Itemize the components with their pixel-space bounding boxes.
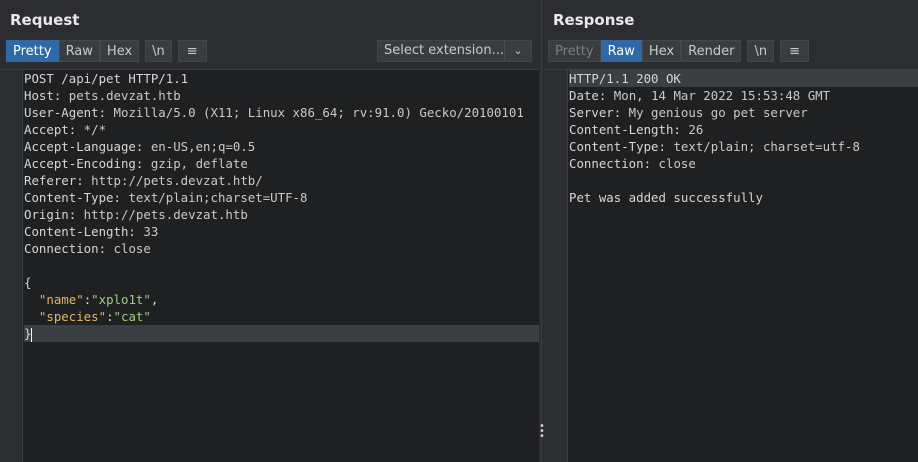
code-line: 4Accept: */* xyxy=(24,121,539,138)
code-line: 9Origin: http://pets.devzat.htb xyxy=(24,206,539,223)
code-line: 5Content-Type: text/plain; charset=utf-8 xyxy=(569,138,918,155)
header-value: */* xyxy=(76,122,107,137)
header-value: gzip, deflate xyxy=(143,156,248,171)
code-line: 1POST /api/pet HTTP/1.1 xyxy=(24,70,539,87)
header-name: User-Agent: xyxy=(24,105,107,120)
header-value: pets.devzat.htb xyxy=(61,88,181,103)
code-line: } xyxy=(24,325,539,342)
code-line: 8Content-Type: text/plain;charset=UTF-8 xyxy=(24,189,539,206)
code-line: 6Connection: close xyxy=(569,155,918,172)
header-name: Pet was added successfully xyxy=(569,190,763,205)
request-line-gutter xyxy=(0,70,23,462)
code-line: 5Accept-Language: en-US,en;q=0.5 xyxy=(24,138,539,155)
header-name: Accept-Encoding: xyxy=(24,156,144,171)
request-view-toolbar: Pretty Raw Hex \n ≡ xyxy=(6,40,207,64)
select-extension-label: Select extension... xyxy=(384,43,505,58)
header-value: close xyxy=(651,156,696,171)
header-name: Connection: xyxy=(569,156,652,171)
header-value: en-US,en;q=0.5 xyxy=(143,139,256,154)
header-name: HTTP/1.1 200 OK xyxy=(569,71,681,86)
request-tab-raw[interactable]: Raw xyxy=(58,40,100,62)
response-tab-raw[interactable]: Raw xyxy=(600,40,642,62)
response-title: Response xyxy=(553,11,635,29)
json-close-brace: } xyxy=(24,326,32,341)
json-value: "cat" xyxy=(113,309,151,324)
text-cursor xyxy=(31,327,33,342)
header-value: 26 xyxy=(680,122,704,137)
json-colon: : xyxy=(106,309,114,324)
json-key: "name" xyxy=(38,292,84,307)
response-tab-pretty[interactable]: Pretty xyxy=(548,40,601,62)
code-line: 2Date: Mon, 14 Mar 2022 15:53:48 GMT xyxy=(569,87,918,104)
header-value: text/plain;charset=UTF-8 xyxy=(120,190,308,205)
code-line: 4Content-Length: 26 xyxy=(569,121,918,138)
code-line: "name":"xplo1t", xyxy=(24,291,539,308)
code-line: 13{ xyxy=(24,274,539,291)
header-name: Host: xyxy=(24,88,62,103)
header-name: Server: xyxy=(569,105,622,120)
response-view-toolbar: Pretty Raw Hex Render \n ≡ xyxy=(548,40,809,64)
chevron-down-icon[interactable]: ⌄ xyxy=(504,41,531,61)
header-name: Accept-Language: xyxy=(24,139,144,154)
response-tab-hex[interactable]: Hex xyxy=(641,40,682,62)
header-name: Date: xyxy=(569,88,607,103)
response-code[interactable]: 1HTTP/1.1 200 OK2Date: Mon, 14 Mar 2022 … xyxy=(569,70,918,462)
header-name: Connection: xyxy=(24,241,107,256)
header-name: Accept: xyxy=(24,122,77,137)
header-value: My genious go pet server xyxy=(621,105,808,120)
select-extension-dropdown[interactable]: Select extension... ⌄ xyxy=(377,40,532,62)
json-value: "xplo1t" xyxy=(91,292,151,307)
code-line: 8Pet was added successfully xyxy=(569,189,918,206)
header-name: Origin: xyxy=(24,207,77,222)
code-line: 3Server: My genious go pet server xyxy=(569,104,918,121)
header-name: POST /api/pet HTTP/1.1 xyxy=(24,71,189,86)
request-tab-pretty[interactable]: Pretty xyxy=(6,40,59,62)
divider-line xyxy=(541,0,542,462)
header-value: Mon, 14 Mar 2022 15:53:48 GMT xyxy=(606,88,831,103)
header-name: Referer: xyxy=(24,173,84,188)
json-key: "species" xyxy=(38,309,107,324)
code-line: 7Referer: http://pets.devzat.htb/ xyxy=(24,172,539,189)
header-name: Content-Type: xyxy=(569,139,666,154)
header-value: http://pets.devzat.htb xyxy=(76,207,248,222)
response-line-gutter xyxy=(545,70,568,462)
request-editor[interactable]: 1POST /api/pet HTTP/1.12Host: pets.devza… xyxy=(0,69,539,462)
header-value: 33 xyxy=(135,224,159,239)
json-open-brace: { xyxy=(24,275,32,290)
code-line: 10Content-Length: 33 xyxy=(24,223,539,240)
code-line: 3User-Agent: Mozilla/5.0 (X11; Linux x86… xyxy=(24,104,539,121)
request-menu-icon[interactable]: ≡ xyxy=(177,40,207,62)
request-tab-hex[interactable]: Hex xyxy=(99,40,140,62)
response-editor[interactable]: 1HTTP/1.1 200 OK2Date: Mon, 14 Mar 2022 … xyxy=(545,69,918,462)
code-line: 2Host: pets.devzat.htb xyxy=(24,87,539,104)
response-tab-render[interactable]: Render xyxy=(681,40,742,62)
code-line: "species":"cat" xyxy=(24,308,539,325)
header-value: close xyxy=(106,241,151,256)
header-value: text/plain; charset=utf-8 xyxy=(665,139,860,154)
json-comma: , xyxy=(150,292,159,307)
request-newline-toggle[interactable]: \n xyxy=(145,40,172,62)
header-value: http://pets.devzat.htb/ xyxy=(83,173,263,188)
header-name: Content-Length: xyxy=(569,122,681,137)
header-value: Mozilla/5.0 (X11; Linux x86_64; rv:91.0)… xyxy=(106,105,524,120)
code-line: 6Accept-Encoding: gzip, deflate xyxy=(24,155,539,172)
code-line: 11Connection: close xyxy=(24,240,539,257)
response-newline-toggle[interactable]: \n xyxy=(747,40,775,62)
code-line: 1HTTP/1.1 200 OK xyxy=(569,70,918,87)
response-pane: Response Pretty Raw Hex Render \n ≡ 1HTT… xyxy=(545,0,918,462)
request-code[interactable]: 1POST /api/pet HTTP/1.12Host: pets.devza… xyxy=(24,70,539,462)
header-name: Content-Length: xyxy=(24,224,136,239)
code-line: 7 xyxy=(569,172,918,189)
request-pane: Request Pretty Raw Hex \n ≡ Select exten… xyxy=(0,0,539,462)
request-title: Request xyxy=(10,11,80,29)
header-name: Content-Type: xyxy=(24,190,121,205)
response-menu-icon[interactable]: ≡ xyxy=(780,40,809,62)
code-line: 12 xyxy=(24,257,539,274)
